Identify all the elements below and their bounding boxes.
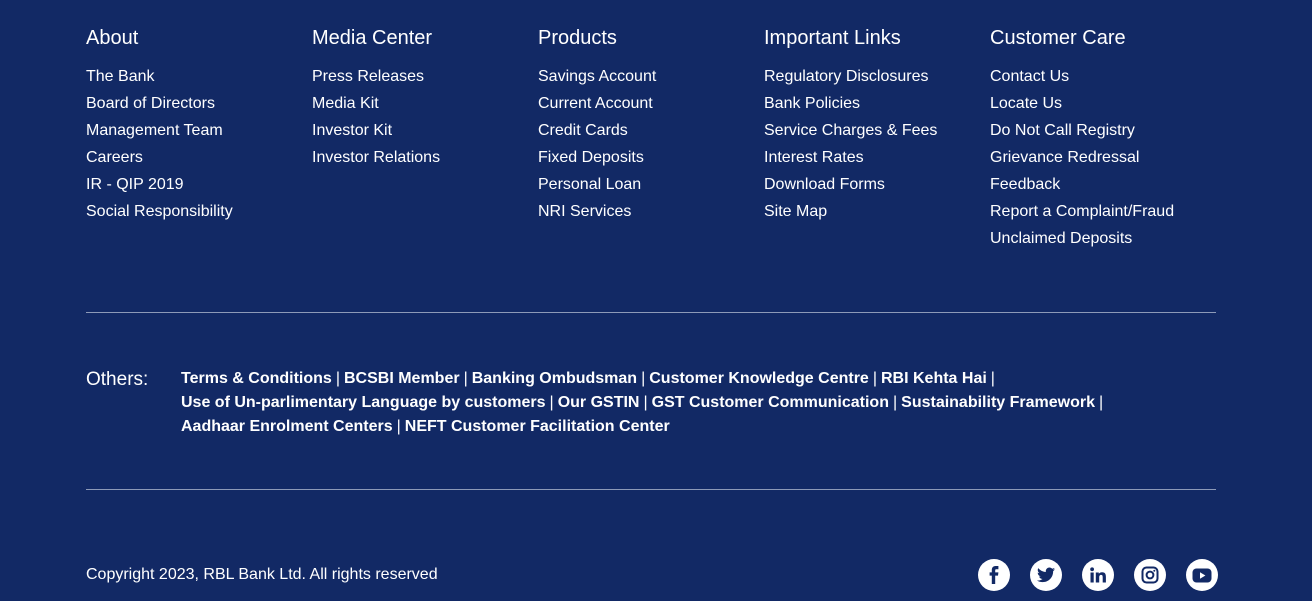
column-title: Media Center <box>312 27 433 49</box>
footer-column-products: Products Savings Account Current Account… <box>538 26 764 256</box>
footer-link-regulatory-disclosures[interactable]: Regulatory Disclosures <box>764 67 929 87</box>
footer-link-fixed-deposits[interactable]: Fixed Deposits <box>538 148 644 168</box>
link-list: Regulatory Disclosures Bank Policies Ser… <box>764 67 990 229</box>
others-link-sustainability-framework[interactable]: Sustainability Framework <box>901 394 1095 411</box>
footer-link-investor-kit[interactable]: Investor Kit <box>312 121 392 141</box>
footer-link-investor-relations[interactable]: Investor Relations <box>312 148 440 168</box>
link-separator: | <box>641 370 646 387</box>
others-link-customer-knowledge-centre[interactable]: Customer Knowledge Centre <box>649 370 869 387</box>
others-link-our-gstin[interactable]: Our GSTIN <box>558 394 640 411</box>
footer-link-press-releases[interactable]: Press Releases <box>312 67 424 87</box>
linkedin-icon[interactable] <box>1082 559 1114 591</box>
footer-link-management-team[interactable]: Management Team <box>86 121 223 141</box>
footer-link-nri-services[interactable]: NRI Services <box>538 202 631 222</box>
link-separator: | <box>990 370 995 387</box>
footer-link-current-account[interactable]: Current Account <box>538 94 653 114</box>
footer-column-customer-care: Customer Care Contact Us Locate Us Do No… <box>990 26 1216 256</box>
footer-column-media-center: Media Center Press Releases Media Kit In… <box>312 26 538 256</box>
footer-link-personal-loan[interactable]: Personal Loan <box>538 175 641 195</box>
column-title: Products <box>538 27 617 49</box>
instagram-icon[interactable] <box>1134 559 1166 591</box>
link-list: Contact Us Locate Us Do Not Call Registr… <box>990 67 1216 256</box>
facebook-icon[interactable] <box>978 559 1010 591</box>
twitter-icon[interactable] <box>1030 559 1062 591</box>
others-link-banking-ombudsman[interactable]: Banking Ombudsman <box>472 370 637 387</box>
column-title: About <box>86 27 139 49</box>
footer-link-interest-rates[interactable]: Interest Rates <box>764 148 864 168</box>
link-separator: | <box>396 418 401 435</box>
copyright-text: Copyright 2023, RBL Bank Ltd. All rights… <box>86 566 438 583</box>
footer-link-careers[interactable]: Careers <box>86 148 143 168</box>
others-link-gst-customer-communication[interactable]: GST Customer Communication <box>652 394 889 411</box>
link-separator: | <box>872 370 877 387</box>
footer-link-bank-policies[interactable]: Bank Policies <box>764 94 860 114</box>
youtube-icon[interactable] <box>1186 559 1218 591</box>
link-list: Savings Account Current Account Credit C… <box>538 67 764 229</box>
link-separator: | <box>892 394 898 411</box>
link-separator: | <box>1098 394 1104 411</box>
column-title: Important Links <box>764 27 901 49</box>
footer-link-feedback[interactable]: Feedback <box>990 175 1060 195</box>
others-link-terms[interactable]: Terms & Conditions <box>181 370 332 387</box>
link-list: Press Releases Media Kit Investor Kit In… <box>312 67 538 175</box>
others-link-bcsbi-member[interactable]: BCSBI Member <box>344 370 460 387</box>
others-link-aadhaar-enrolment[interactable]: Aadhaar Enrolment Centers <box>181 418 393 435</box>
footer-link-credit-cards[interactable]: Credit Cards <box>538 121 628 141</box>
others-label: Others: <box>86 369 149 390</box>
footer-link-board-of-directors[interactable]: Board of Directors <box>86 94 215 114</box>
footer-link-report-complaint[interactable]: Report a Complaint/Fraud <box>990 202 1174 222</box>
footer-columns: About The Bank Board of Directors Manage… <box>86 26 1216 256</box>
link-list: The Bank Board of Directors Management T… <box>86 67 312 229</box>
footer-link-do-not-call-registry[interactable]: Do Not Call Registry <box>990 121 1135 141</box>
footer-link-social-responsibility[interactable]: Social Responsibility <box>86 202 233 222</box>
link-separator: | <box>463 370 468 387</box>
others-line: Aadhaar Enrolment Centers | NEFT Customer … <box>181 415 1181 439</box>
others-line: Terms & Conditions | BCSBI Member | Banking … <box>181 367 1181 391</box>
footer-column-important-links: Important Links Regulatory Disclosures B… <box>764 26 990 256</box>
others-link-unparliamentary-language[interactable]: Use of Un-parlimentary Language by custo… <box>181 394 546 411</box>
link-separator: | <box>335 370 340 387</box>
link-separator: | <box>549 394 554 411</box>
footer-link-ir-qip[interactable]: IR - QIP 2019 <box>86 175 184 195</box>
divider <box>86 489 1216 490</box>
others-line: Use of Un-parlimentary Language by custo… <box>181 391 1181 415</box>
others-links: Terms & Conditions | BCSBI Member | Banking … <box>181 367 1181 439</box>
footer-link-site-map[interactable]: Site Map <box>764 202 827 222</box>
footer-column-about: About The Bank Board of Directors Manage… <box>86 26 312 256</box>
column-title: Customer Care <box>990 27 1126 49</box>
footer-link-download-forms[interactable]: Download Forms <box>764 175 885 195</box>
footer-link-unclaimed-deposits[interactable]: Unclaimed Deposits <box>990 229 1132 249</box>
divider <box>86 312 1216 313</box>
link-separator: | <box>643 394 648 411</box>
footer-link-grievance-redressal[interactable]: Grievance Redressal <box>990 148 1139 168</box>
footer-link-contact-us[interactable]: Contact Us <box>990 67 1069 87</box>
footer-link-locate-us[interactable]: Locate Us <box>990 94 1062 114</box>
site-footer: About The Bank Board of Directors Manage… <box>0 0 1312 601</box>
footer-link-media-kit[interactable]: Media Kit <box>312 94 379 114</box>
footer-link-savings-account[interactable]: Savings Account <box>538 67 656 87</box>
footer-link-service-charges[interactable]: Service Charges & Fees <box>764 121 937 141</box>
others-link-neft-facilitation[interactable]: NEFT Customer Facilitation Center <box>405 418 670 435</box>
others-link-rbi-kehta-hai[interactable]: RBI Kehta Hai <box>881 370 987 387</box>
social-links <box>978 559 1218 591</box>
footer-link-the-bank[interactable]: The Bank <box>86 67 154 87</box>
